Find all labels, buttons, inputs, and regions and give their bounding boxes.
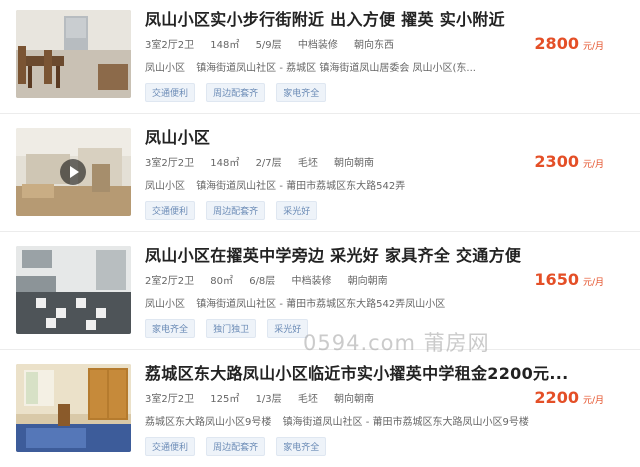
feature-tag: 家电齐全 (276, 83, 327, 102)
area-text: 148㎡ (210, 158, 240, 169)
feature-tag: 周边配套齐 (206, 83, 266, 102)
listing-title[interactable]: 凤山小区在擢英中学旁边 采光好 家具齐全 交通方便 (145, 242, 521, 266)
listing-photo[interactable] (16, 10, 131, 98)
area-text: 80㎡ (210, 276, 234, 287)
feature-tag: 独门独卫 (206, 319, 257, 338)
community-name: 荔城区东大路凤山小区9号楼 (145, 417, 272, 428)
listing-item[interactable]: 凤山小区 3室2厅2卫 148㎡ 2/7层 毛坯 朝向朝南 凤山小区 镇海街道凤… (0, 118, 640, 232)
layout-text: 3室2厅2卫 (145, 394, 195, 405)
listing-title[interactable]: 凤山小区 (145, 124, 210, 148)
listing-item[interactable]: 凤山小区实小步行街附近 出入方便 擢英 实小附近 3室2厅2卫 148㎡ 5/9… (0, 0, 640, 114)
listing-meta: 2室2厅2卫 80㎡ 6/8层 中档装修 朝向朝南 (145, 272, 401, 287)
price-value: 2300 (534, 152, 579, 171)
feature-tag: 周边配套齐 (206, 201, 266, 220)
decoration-text: 中档装修 (297, 40, 338, 51)
tag-list: 交通便利 周边配套齐 采光好 (145, 199, 323, 220)
listing-meta: 3室2厅2卫 148㎡ 2/7层 毛坯 朝向朝南 (145, 154, 387, 169)
price: 1650 元/月 (534, 270, 604, 289)
floor-text: 5/9层 (255, 40, 282, 51)
community-name: 凤山小区 (145, 181, 185, 192)
area-text: 125㎡ (210, 394, 240, 405)
price-value: 1650 (534, 270, 579, 289)
listing-photo[interactable] (16, 128, 131, 216)
orientation-text: 朝向朝南 (334, 158, 375, 169)
listing-address[interactable]: 荔城区东大路凤山小区9号楼 镇海街道凤山社区 - 莆田市荔城区东大路凤山小区9号… (145, 413, 537, 428)
price-value: 2800 (534, 34, 579, 53)
price: 2200 元/月 (534, 388, 604, 407)
community-name: 凤山小区 (145, 299, 185, 310)
layout-text: 3室2厅2卫 (145, 40, 195, 51)
tag-list: 交通便利 周边配套齐 家电齐全 (145, 81, 332, 102)
street-address: 镇海街道凤山社区 - 莆田市荔城区东大路凤山小区9号楼 (282, 417, 529, 428)
listing-address[interactable]: 凤山小区 镇海街道凤山社区 - 荔城区 镇海街道凤山居委会 凤山小区(东... (145, 59, 484, 74)
listing-item[interactable]: 凤山小区在擢英中学旁边 采光好 家具齐全 交通方便 2室2厅2卫 80㎡ 6/8… (0, 236, 640, 350)
feature-tag: 采光好 (276, 201, 318, 220)
listing-photo[interactable] (16, 246, 131, 334)
listing-photo[interactable] (16, 364, 131, 452)
price: 2300 元/月 (534, 152, 604, 171)
tag-list: 交通便利 周边配套齐 家电齐全 (145, 435, 332, 456)
feature-tag: 交通便利 (145, 437, 196, 456)
listing-title[interactable]: 荔城区东大路凤山小区临近市实小擢英中学租金2200元... (145, 360, 568, 384)
play-video-icon[interactable] (60, 159, 86, 185)
feature-tag: 家电齐全 (276, 437, 327, 456)
price-value: 2200 (534, 388, 579, 407)
feature-tag: 交通便利 (145, 83, 196, 102)
community-name: 凤山小区 (145, 63, 185, 74)
price: 2800 元/月 (534, 34, 604, 53)
listing-address[interactable]: 凤山小区 镇海街道凤山社区 - 莆田市荔城区东大路542弄 (145, 177, 413, 192)
street-address: 镇海街道凤山社区 - 莆田市荔城区东大路542弄 (196, 181, 406, 192)
area-text: 148㎡ (210, 40, 240, 51)
feature-tag: 家电齐全 (145, 319, 196, 338)
feature-tag: 交通便利 (145, 201, 196, 220)
orientation-text: 朝向东西 (354, 40, 395, 51)
floor-text: 6/8层 (249, 276, 276, 287)
listing-item[interactable]: 荔城区东大路凤山小区临近市实小擢英中学租金2200元... 3室2厅2卫 125… (0, 354, 640, 467)
listing-meta: 3室2厅2卫 148㎡ 5/9层 中档装修 朝向东西 (145, 36, 407, 51)
listing-title[interactable]: 凤山小区实小步行街附近 出入方便 擢英 实小附近 (145, 6, 505, 30)
orientation-text: 朝向朝南 (334, 394, 375, 405)
price-unit: 元/月 (582, 42, 604, 52)
price-unit: 元/月 (582, 278, 604, 288)
layout-text: 3室2厅2卫 (145, 158, 195, 169)
feature-tag: 周边配套齐 (206, 437, 266, 456)
price-unit: 元/月 (582, 396, 604, 406)
street-address: 镇海街道凤山社区 - 莆田市荔城区东大路542弄凤山小区 (196, 299, 446, 310)
orientation-text: 朝向朝南 (347, 276, 388, 287)
tag-list: 家电齐全 独门独卫 采光好 (145, 317, 314, 338)
decoration-text: 中档装修 (291, 276, 332, 287)
floor-text: 2/7层 (255, 158, 282, 169)
price-unit: 元/月 (582, 160, 604, 170)
listing-meta: 3室2厅2卫 125㎡ 1/3层 毛坯 朝向朝南 (145, 390, 387, 405)
decoration-text: 毛坯 (297, 158, 318, 169)
floor-text: 1/3层 (255, 394, 282, 405)
listing-address[interactable]: 凤山小区 镇海街道凤山社区 - 莆田市荔城区东大路542弄凤山小区 (145, 295, 453, 310)
feature-tag: 采光好 (267, 319, 309, 338)
decoration-text: 毛坯 (297, 394, 318, 405)
street-address: 镇海街道凤山社区 - 荔城区 镇海街道凤山居委会 凤山小区(东... (196, 63, 476, 74)
layout-text: 2室2厅2卫 (145, 276, 195, 287)
